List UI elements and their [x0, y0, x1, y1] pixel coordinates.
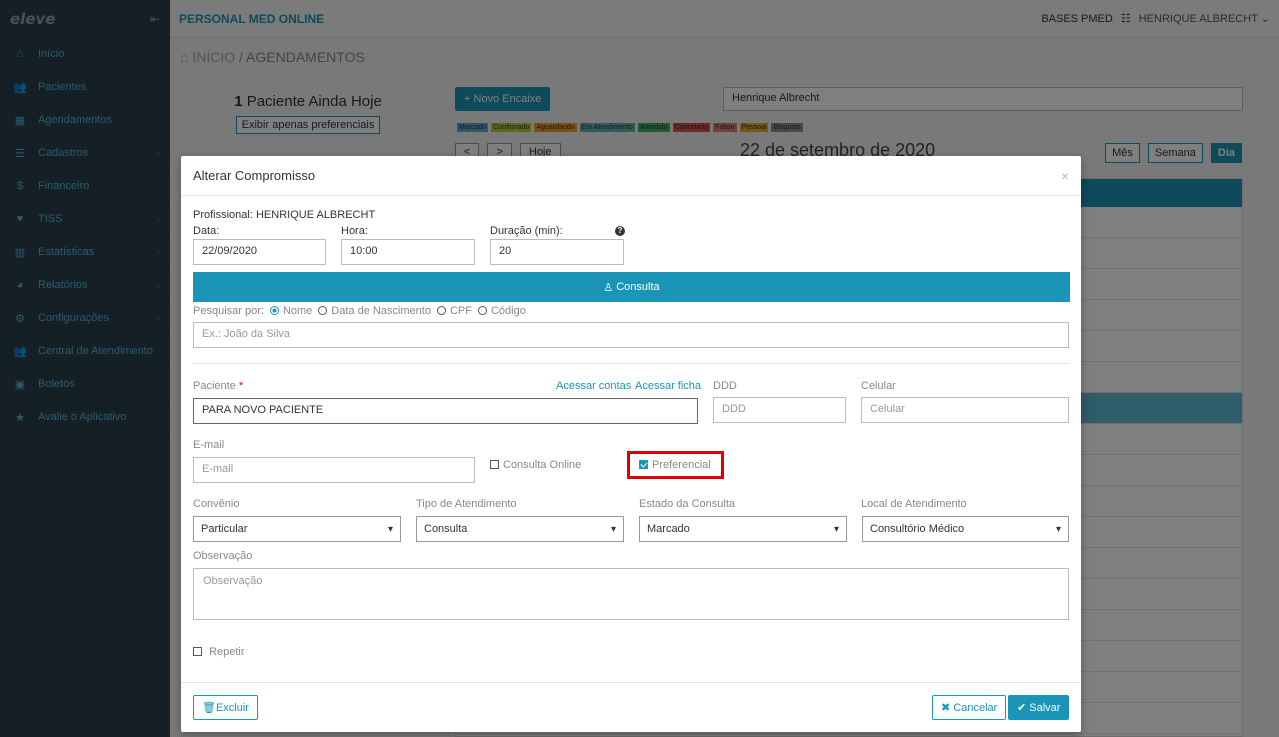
radio-icon	[436, 306, 446, 315]
ddd-input[interactable]: DDD	[713, 397, 846, 423]
access-accounts-link[interactable]: Acessar contas	[556, 380, 631, 392]
chevron-down-icon: ▾	[833, 523, 839, 535]
search-by-group: Pesquisar por: Nome Data de Nascimento C…	[193, 305, 526, 317]
radio-selected-icon	[269, 306, 279, 315]
chevron-down-icon: ▾	[610, 523, 616, 535]
insurance-label: Convênio	[193, 498, 240, 510]
close-icon[interactable]: ×	[1061, 168, 1069, 184]
divider	[193, 363, 1070, 364]
email-input[interactable]: E-mail	[193, 457, 475, 483]
service-type-label: Tipo de Atendimento	[416, 498, 517, 510]
checkbox-icon	[193, 647, 202, 656]
chevron-down-icon: ▾	[1055, 523, 1061, 535]
preferential-label: Preferencial	[652, 459, 711, 471]
delete-label: Excluir	[215, 702, 249, 714]
patient-input[interactable]: PARA NOVO PACIENTE	[193, 398, 698, 424]
radio-icon	[318, 306, 328, 315]
status-select[interactable]: Marcado ▾	[639, 516, 847, 542]
professional-label: Profissional: HENRIQUE ALBRECHT	[193, 209, 376, 221]
search-option-cpf[interactable]: CPF	[436, 305, 472, 317]
online-consult-label: Consulta Online	[503, 459, 582, 471]
patient-label: Paciente *	[193, 380, 243, 392]
help-icon[interactable]: ?	[615, 226, 625, 236]
status-label: Estado da Consulta	[639, 498, 736, 510]
edit-appointment-modal: Alterar Compromisso × Profissional: HENR…	[181, 156, 1081, 732]
online-consult-checkbox[interactable]: Consulta Online	[490, 459, 581, 471]
modal-footer: 🗑Excluir ✖ Cancelar ✔ Salvar	[181, 682, 1081, 732]
cancel-button[interactable]: ✖ Cancelar	[932, 695, 1007, 720]
times-icon: ✖	[941, 702, 951, 714]
location-value: Consultório Médico	[870, 523, 965, 535]
modal-header: Alterar Compromisso ×	[181, 156, 1081, 196]
search-option-label: Código	[490, 305, 526, 317]
cancel-label: Cancelar	[953, 702, 998, 714]
status-value: Marcado	[647, 523, 690, 535]
user-md-icon: ♙	[603, 281, 614, 294]
service-type-select[interactable]: Consulta ▾	[416, 516, 624, 542]
date-label: Data:	[193, 225, 220, 237]
search-option-label: CPF	[449, 305, 472, 317]
search-option-label: Nome	[282, 305, 313, 317]
search-option-name[interactable]: Nome	[269, 305, 313, 317]
search-by-label: Pesquisar por:	[193, 305, 264, 317]
service-type-value: Consulta	[424, 523, 468, 535]
duration-label: Duração (min):	[490, 225, 563, 237]
check-icon: ✔	[1017, 702, 1027, 714]
duration-input[interactable]: 20	[490, 239, 624, 265]
date-input[interactable]: 22/09/2020	[193, 239, 326, 265]
location-select[interactable]: Consultório Médico ▾	[862, 516, 1069, 542]
consulta-bar-label: Consulta	[616, 281, 660, 293]
delete-button[interactable]: 🗑Excluir	[193, 695, 258, 720]
time-label: Hora:	[341, 225, 368, 237]
consulta-type-bar[interactable]: ♙ Consulta	[193, 272, 1070, 302]
insurance-select[interactable]: Particular ▾	[193, 516, 401, 542]
checkbox-checked-icon	[639, 460, 648, 469]
save-button[interactable]: ✔ Salvar	[1008, 695, 1070, 720]
repeat-checkbox[interactable]: Repetir	[193, 646, 245, 658]
checkbox-icon	[490, 460, 499, 469]
search-option-code[interactable]: Código	[477, 305, 526, 317]
patient-search-input[interactable]: Ex.: João da Silva	[193, 322, 1069, 348]
search-option-label: Data de Nascimento	[331, 305, 431, 317]
save-label: Salvar	[1029, 702, 1061, 714]
insurance-value: Particular	[201, 523, 248, 535]
observation-textarea[interactable]: Observação	[193, 568, 1069, 620]
celular-label: Celular	[861, 380, 896, 392]
trash-icon: 🗑	[202, 702, 216, 714]
email-label: E-mail	[193, 439, 225, 451]
patient-label-text: Paciente	[193, 380, 236, 392]
repeat-label: Repetir	[209, 646, 245, 658]
search-option-birthdate[interactable]: Data de Nascimento	[318, 305, 431, 317]
observation-label: Observação	[193, 550, 253, 562]
radio-icon	[477, 306, 487, 315]
preferential-checkbox[interactable]: Preferencial	[639, 459, 711, 471]
ddd-label: DDD	[713, 380, 737, 392]
time-input[interactable]: 10:00	[341, 239, 475, 265]
chevron-down-icon: ▾	[387, 523, 393, 535]
celular-input[interactable]: Celular	[861, 397, 1069, 423]
location-label: Local de Atendimento	[861, 498, 967, 510]
modal-title: Alterar Compromisso	[193, 168, 316, 183]
access-record-link[interactable]: Acessar ficha	[635, 380, 701, 392]
required-marker: *	[238, 380, 244, 392]
